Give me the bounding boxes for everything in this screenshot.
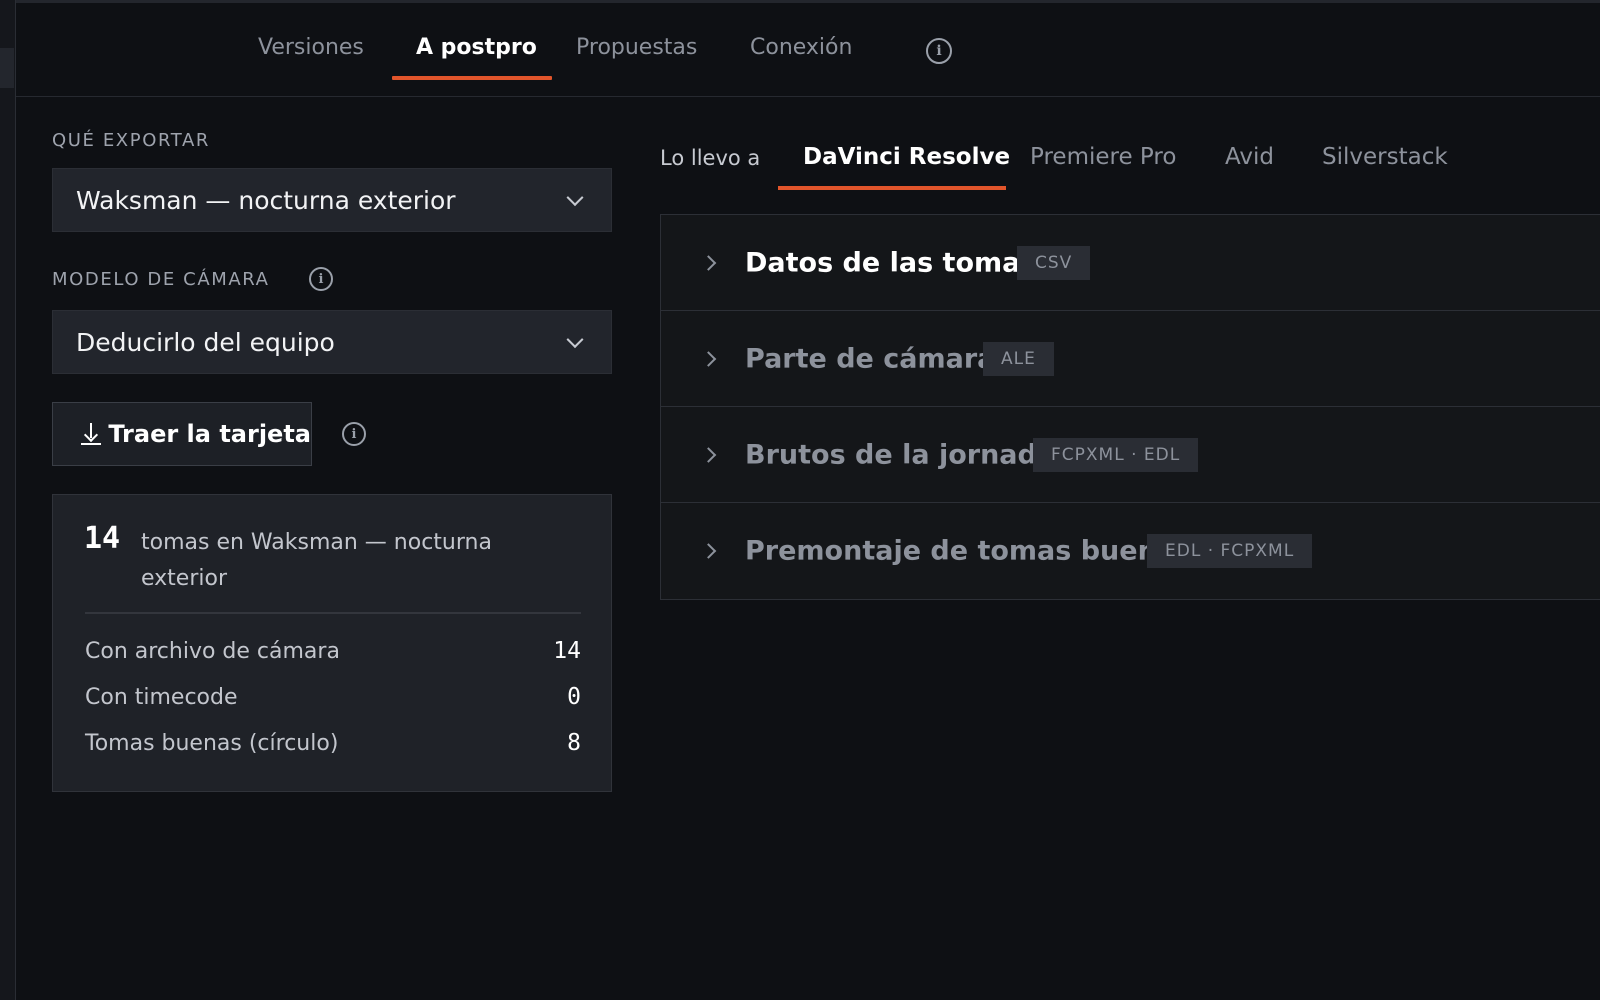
export-item[interactable]: Parte de cámara ALE — [661, 311, 1600, 407]
tab-silverstack[interactable]: Silverstack — [1322, 144, 1448, 170]
export-select-value: Waksman — nocturna exterior — [76, 185, 456, 215]
chevron-right-icon — [700, 350, 717, 367]
takes-description: tomas en Waksman — nocturna exterior — [141, 530, 492, 591]
camera-model-select[interactable]: Deducirlo del equipo — [52, 310, 612, 374]
stat-row: Tomas buenas (círculo) 8 — [85, 723, 581, 763]
tab-propuestas[interactable]: Propuestas — [576, 35, 697, 85]
tab-avid[interactable]: Avid — [1225, 144, 1274, 170]
tab-davinci-resolve[interactable]: DaVinci Resolve — [803, 144, 1010, 170]
export-item[interactable]: Brutos de la jornada FCPXML · EDL — [661, 407, 1600, 503]
info-icon[interactable]: i — [342, 422, 366, 446]
chevron-down-icon — [566, 189, 584, 207]
export-item[interactable]: Premontaje de tomas buenas EDL · FCPXML — [661, 503, 1600, 599]
format-badge: CSV — [1017, 245, 1091, 280]
chevron-right-icon — [700, 446, 717, 463]
stat-value: 0 — [567, 684, 581, 710]
export-item-title: Premontaje de tomas buenas — [745, 535, 1192, 567]
info-icon[interactable]: i — [309, 267, 333, 291]
stat-label: Con archivo de cámara — [85, 638, 340, 664]
stat-row: Con archivo de cámara 14 — [85, 631, 581, 671]
chevron-right-icon — [700, 543, 717, 559]
download-icon — [81, 423, 101, 445]
export-select[interactable]: Waksman — nocturna exterior — [52, 168, 612, 232]
takes-count: 14 — [84, 521, 121, 556]
active-tab-underline — [392, 76, 552, 80]
top-tab-bar: Versiones A postpro Propuestas Conexión … — [16, 3, 1600, 97]
rail-marker[interactable] — [0, 48, 14, 88]
chevron-right-icon — [700, 254, 717, 271]
export-item-title: Brutos de la jornada — [745, 439, 1056, 470]
app-root: Versiones A postpro Propuestas Conexión … — [0, 0, 1600, 1000]
export-section-label: QUÉ EXPORTAR — [52, 130, 210, 151]
camera-section-label: MODELO DE CÁMARA — [52, 269, 270, 290]
export-item-title: Datos de las tomas — [745, 247, 1037, 278]
destination-label: Lo llevo a — [660, 146, 761, 170]
export-item[interactable]: Datos de las tomas CSV — [661, 215, 1600, 311]
summary-divider — [85, 612, 581, 614]
chevron-down-icon — [566, 331, 584, 349]
tab-versiones[interactable]: Versiones — [258, 35, 364, 85]
left-rail — [0, 0, 16, 1000]
info-icon[interactable]: i — [926, 38, 952, 64]
summary-card: 14 tomas en Waksman — nocturna exterior … — [52, 494, 612, 792]
import-card-button-label: Traer la tarjeta — [108, 420, 311, 448]
tab-conexion[interactable]: Conexión — [750, 35, 852, 85]
format-badge: FCPXML · EDL — [1033, 437, 1199, 472]
stat-value: 8 — [567, 730, 581, 756]
stat-row: Con timecode 0 — [85, 677, 581, 717]
export-item-title: Parte de cámara — [745, 343, 996, 374]
format-badge: ALE — [983, 341, 1054, 376]
export-list: Datos de las tomas CSV Parte de cámara A… — [660, 214, 1600, 600]
active-destination-underline — [778, 186, 1006, 190]
stat-label: Tomas buenas (círculo) — [85, 730, 339, 756]
tab-premiere-pro[interactable]: Premiere Pro — [1030, 144, 1176, 170]
stat-value: 14 — [553, 638, 581, 664]
stat-label: Con timecode — [85, 684, 238, 710]
format-badge: EDL · FCPXML — [1147, 534, 1313, 568]
camera-select-value: Deducirlo del equipo — [76, 327, 335, 357]
import-card-button[interactable]: Traer la tarjeta — [52, 402, 312, 466]
